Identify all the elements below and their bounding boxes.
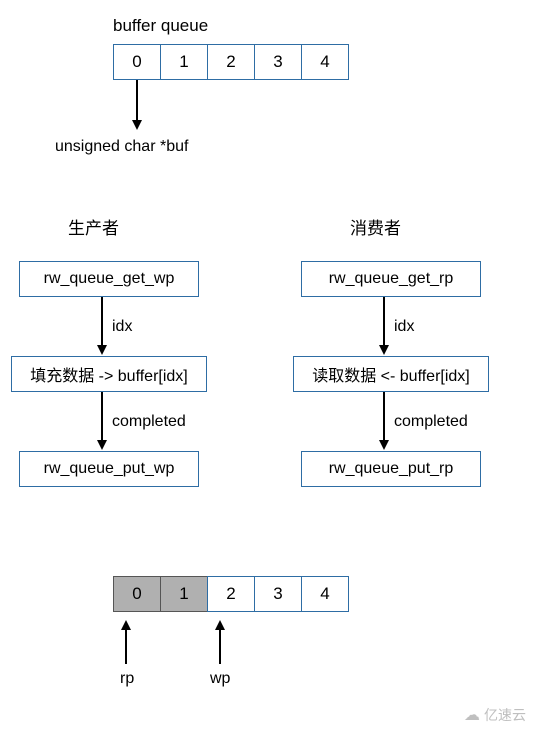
consumer-arrow1 (378, 297, 394, 357)
buffer-cell-1: 1 (160, 44, 208, 80)
producer-heading: 生产者 (68, 214, 119, 239)
buffer-queue-title: buffer queue (113, 16, 208, 36)
state-cell-0: 0 (113, 576, 161, 612)
buffer-cell-2: 2 (207, 44, 255, 80)
cloud-icon: ☁ (464, 705, 480, 725)
consumer-step3-box: rw_queue_put_rp (301, 451, 481, 487)
producer-arrow2-label: completed (112, 413, 186, 431)
state-cell-1: 1 (160, 576, 208, 612)
producer-step3-box: rw_queue_put_wp (19, 451, 199, 487)
watermark: ☁ 亿速云 (464, 705, 526, 725)
consumer-step2-box: 读取数据 <- buffer[idx] (293, 356, 489, 392)
buffer-cell-3: 3 (254, 44, 302, 80)
buffer-cell-4: 4 (301, 44, 349, 80)
consumer-arrow2-label: completed (394, 413, 468, 431)
state-queue-row: 0 1 2 3 4 (113, 576, 349, 612)
buf-pointer-label: unsigned char *buf (55, 138, 188, 156)
producer-arrow1 (96, 297, 112, 357)
rp-label: rp (120, 670, 134, 688)
consumer-heading: 消费者 (350, 214, 401, 239)
producer-arrow1-label: idx (112, 318, 132, 336)
state-cell-3: 3 (254, 576, 302, 612)
consumer-step1-box: rw_queue_get_rp (301, 261, 481, 297)
wp-label: wp (210, 670, 230, 688)
producer-arrow2 (96, 392, 112, 452)
buffer-queue-row: 0 1 2 3 4 (113, 44, 349, 80)
consumer-arrow1-label: idx (394, 318, 414, 336)
state-cell-4: 4 (301, 576, 349, 612)
buffer-cell-0: 0 (113, 44, 161, 80)
buf-pointer-arrow (131, 80, 147, 132)
watermark-text: 亿速云 (484, 705, 526, 725)
producer-step1-box: rw_queue_get_wp (19, 261, 199, 297)
wp-arrow (214, 620, 230, 664)
rp-arrow (120, 620, 136, 664)
producer-step2-box: 填充数据 -> buffer[idx] (11, 356, 207, 392)
consumer-arrow2 (378, 392, 394, 452)
state-cell-2: 2 (207, 576, 255, 612)
